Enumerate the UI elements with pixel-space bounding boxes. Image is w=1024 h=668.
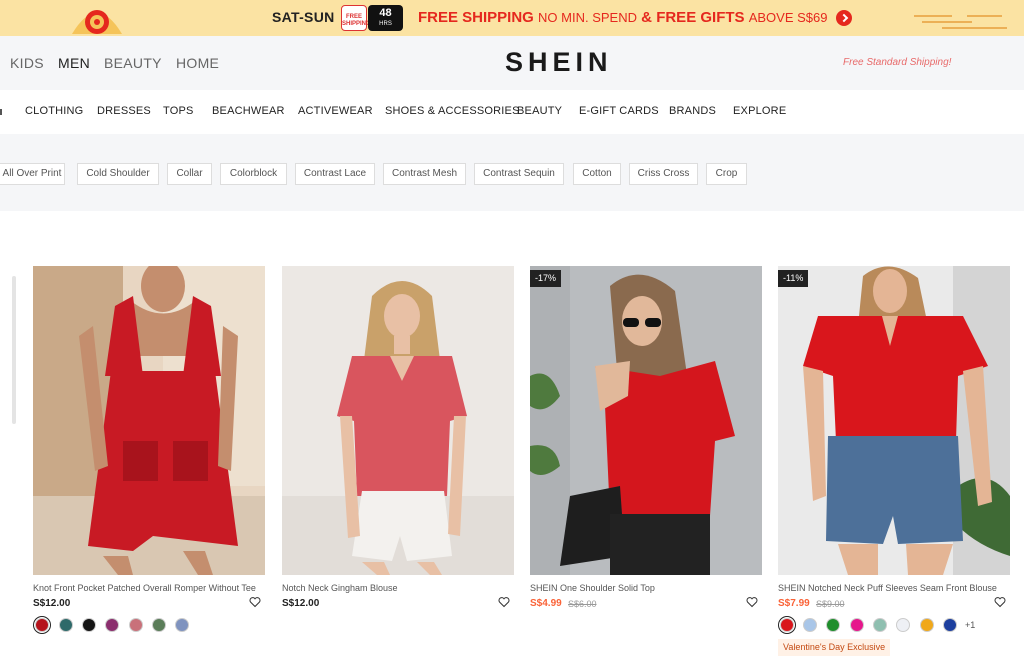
- hours-badge-unit: HRS: [379, 21, 392, 27]
- promo-free-gifts: FREE GIFTS: [656, 9, 745, 26]
- color-swatch[interactable]: [920, 618, 934, 632]
- free-shipping-note[interactable]: Free Standard Shipping!: [843, 57, 951, 68]
- color-swatch[interactable]: [129, 618, 143, 632]
- color-swatch[interactable]: [943, 618, 957, 632]
- color-swatch[interactable]: [850, 618, 864, 632]
- nav-activewear[interactable]: ACTIVEWEAR: [298, 105, 373, 117]
- product-price: S$12.00: [282, 598, 320, 609]
- promo-no-min: NO MIN. SPEND: [538, 10, 637, 25]
- promo-amp: &: [641, 9, 653, 26]
- product-price: S$12.00: [33, 598, 71, 609]
- wishlist-heart-icon[interactable]: [249, 596, 261, 608]
- product-original-price: S$6.00: [568, 599, 597, 609]
- scroll-indicator[interactable]: [12, 276, 16, 424]
- wishlist-heart-icon[interactable]: [498, 596, 510, 608]
- promo-banner[interactable]: SAT-SUN FREE SHIPPING 48 HRS FREE SHIPPI…: [0, 0, 1024, 36]
- nav-clothing[interactable]: CLOTHING: [25, 105, 83, 117]
- promo-message: FREE SHIPPING NO MIN. SPEND & FREE GIFTS…: [418, 9, 827, 26]
- wishlist-heart-icon[interactable]: [994, 596, 1006, 608]
- color-swatch[interactable]: [175, 618, 189, 632]
- filter-bar: All Over Print Cold Shoulder Collar Colo…: [0, 134, 1024, 211]
- filter-chip[interactable]: Cotton: [573, 163, 621, 185]
- discount-badge: -17%: [530, 270, 562, 287]
- hours-badge: 48 HRS: [368, 5, 403, 31]
- color-swatch[interactable]: [152, 618, 166, 632]
- color-swatch[interactable]: [826, 618, 840, 632]
- filter-chip[interactable]: Contrast Sequin: [474, 163, 564, 185]
- category-beauty[interactable]: BEAUTY: [104, 55, 162, 71]
- filter-chip[interactable]: All Over Print: [0, 163, 65, 185]
- hours-badge-number: 48: [379, 7, 392, 19]
- color-swatch[interactable]: [803, 618, 817, 632]
- promo-free-shipping: FREE SHIPPING: [418, 9, 534, 26]
- filter-chip[interactable]: Criss Cross: [629, 163, 698, 185]
- product-card[interactable]: -11% SHEIN Notched Neck Puff Sleeves Sea…: [778, 266, 1010, 656]
- category-kids[interactable]: KIDS: [10, 55, 44, 71]
- product-image[interactable]: -17%: [530, 266, 762, 575]
- discount-badge: -11%: [778, 270, 809, 287]
- promo-above: ABOVE S$69: [748, 10, 828, 25]
- filter-chip[interactable]: Contrast Mesh: [383, 163, 466, 185]
- filter-chip[interactable]: Crop: [706, 163, 747, 185]
- category-men[interactable]: MEN: [58, 55, 90, 71]
- product-original-price: S$9.00: [816, 599, 845, 609]
- nav-beauty[interactable]: BEAUTY: [517, 105, 562, 117]
- cloud-decoration-icon: [914, 15, 1007, 29]
- nav-brands[interactable]: BRANDS: [669, 105, 716, 117]
- product-image[interactable]: -11%: [778, 266, 1010, 575]
- more-colors-count[interactable]: +1: [965, 620, 975, 630]
- product-title[interactable]: Notch Neck Gingham Blouse: [282, 583, 512, 593]
- promo-tag: Valentine's Day Exclusive: [778, 639, 891, 656]
- category-home[interactable]: HOME: [176, 55, 219, 71]
- filter-chip[interactable]: Contrast Lace: [295, 163, 375, 185]
- color-swatch[interactable]: [59, 618, 73, 632]
- product-image[interactable]: [33, 266, 265, 575]
- color-swatch[interactable]: [82, 618, 96, 632]
- wishlist-heart-icon[interactable]: [746, 596, 758, 608]
- nav-menu-icon[interactable]: [0, 109, 2, 115]
- site-header: KIDS MEN BEAUTY HOME SHEIN Free Standard…: [0, 36, 1024, 90]
- nav-dresses[interactable]: DRESSES: [97, 105, 151, 117]
- main-nav: CLOTHING DRESSES TOPS BEACHWEAR ACTIVEWE…: [0, 90, 1024, 134]
- product-title[interactable]: Knot Front Pocket Patched Overall Romper…: [33, 583, 263, 593]
- nav-tops[interactable]: TOPS: [163, 105, 194, 117]
- product-image[interactable]: [282, 266, 514, 575]
- product-title[interactable]: SHEIN One Shoulder Solid Top: [530, 583, 760, 593]
- filter-chip[interactable]: Colorblock: [220, 163, 287, 185]
- promo-days: SAT-SUN: [272, 9, 335, 25]
- color-swatch[interactable]: [780, 618, 794, 632]
- product-card[interactable]: Notch Neck Gingham Blouse S$12.00: [282, 266, 514, 609]
- product-price: S$4.99: [530, 598, 562, 609]
- nav-shoes-accessories[interactable]: SHOES & ACCESSORIES: [385, 105, 520, 117]
- product-price: S$7.99: [778, 598, 810, 609]
- filter-chip[interactable]: Collar: [167, 163, 212, 185]
- product-card[interactable]: -17% SHEIN One Shoulder Solid Top S$4.99…: [530, 266, 762, 609]
- nav-beachwear[interactable]: BEACHWEAR: [212, 105, 285, 117]
- color-swatch[interactable]: [35, 618, 49, 632]
- nav-explore[interactable]: EXPLORE: [733, 105, 786, 117]
- product-title[interactable]: SHEIN Notched Neck Puff Sleeves Seam Fro…: [778, 583, 1008, 593]
- color-swatch[interactable]: [105, 618, 119, 632]
- nav-e-gift-cards[interactable]: E-GIFT CARDS: [579, 105, 659, 117]
- filter-chip[interactable]: Cold Shoulder: [77, 163, 159, 185]
- flower-decoration-icon: [72, 10, 122, 34]
- shein-logo[interactable]: SHEIN: [505, 47, 613, 78]
- color-swatch[interactable]: [896, 618, 910, 632]
- product-card[interactable]: Knot Front Pocket Patched Overall Romper…: [33, 266, 265, 632]
- promo-arrow-icon[interactable]: [836, 10, 852, 26]
- free-shipping-badge: FREE SHIPPING: [341, 5, 371, 31]
- color-swatch[interactable]: [873, 618, 887, 632]
